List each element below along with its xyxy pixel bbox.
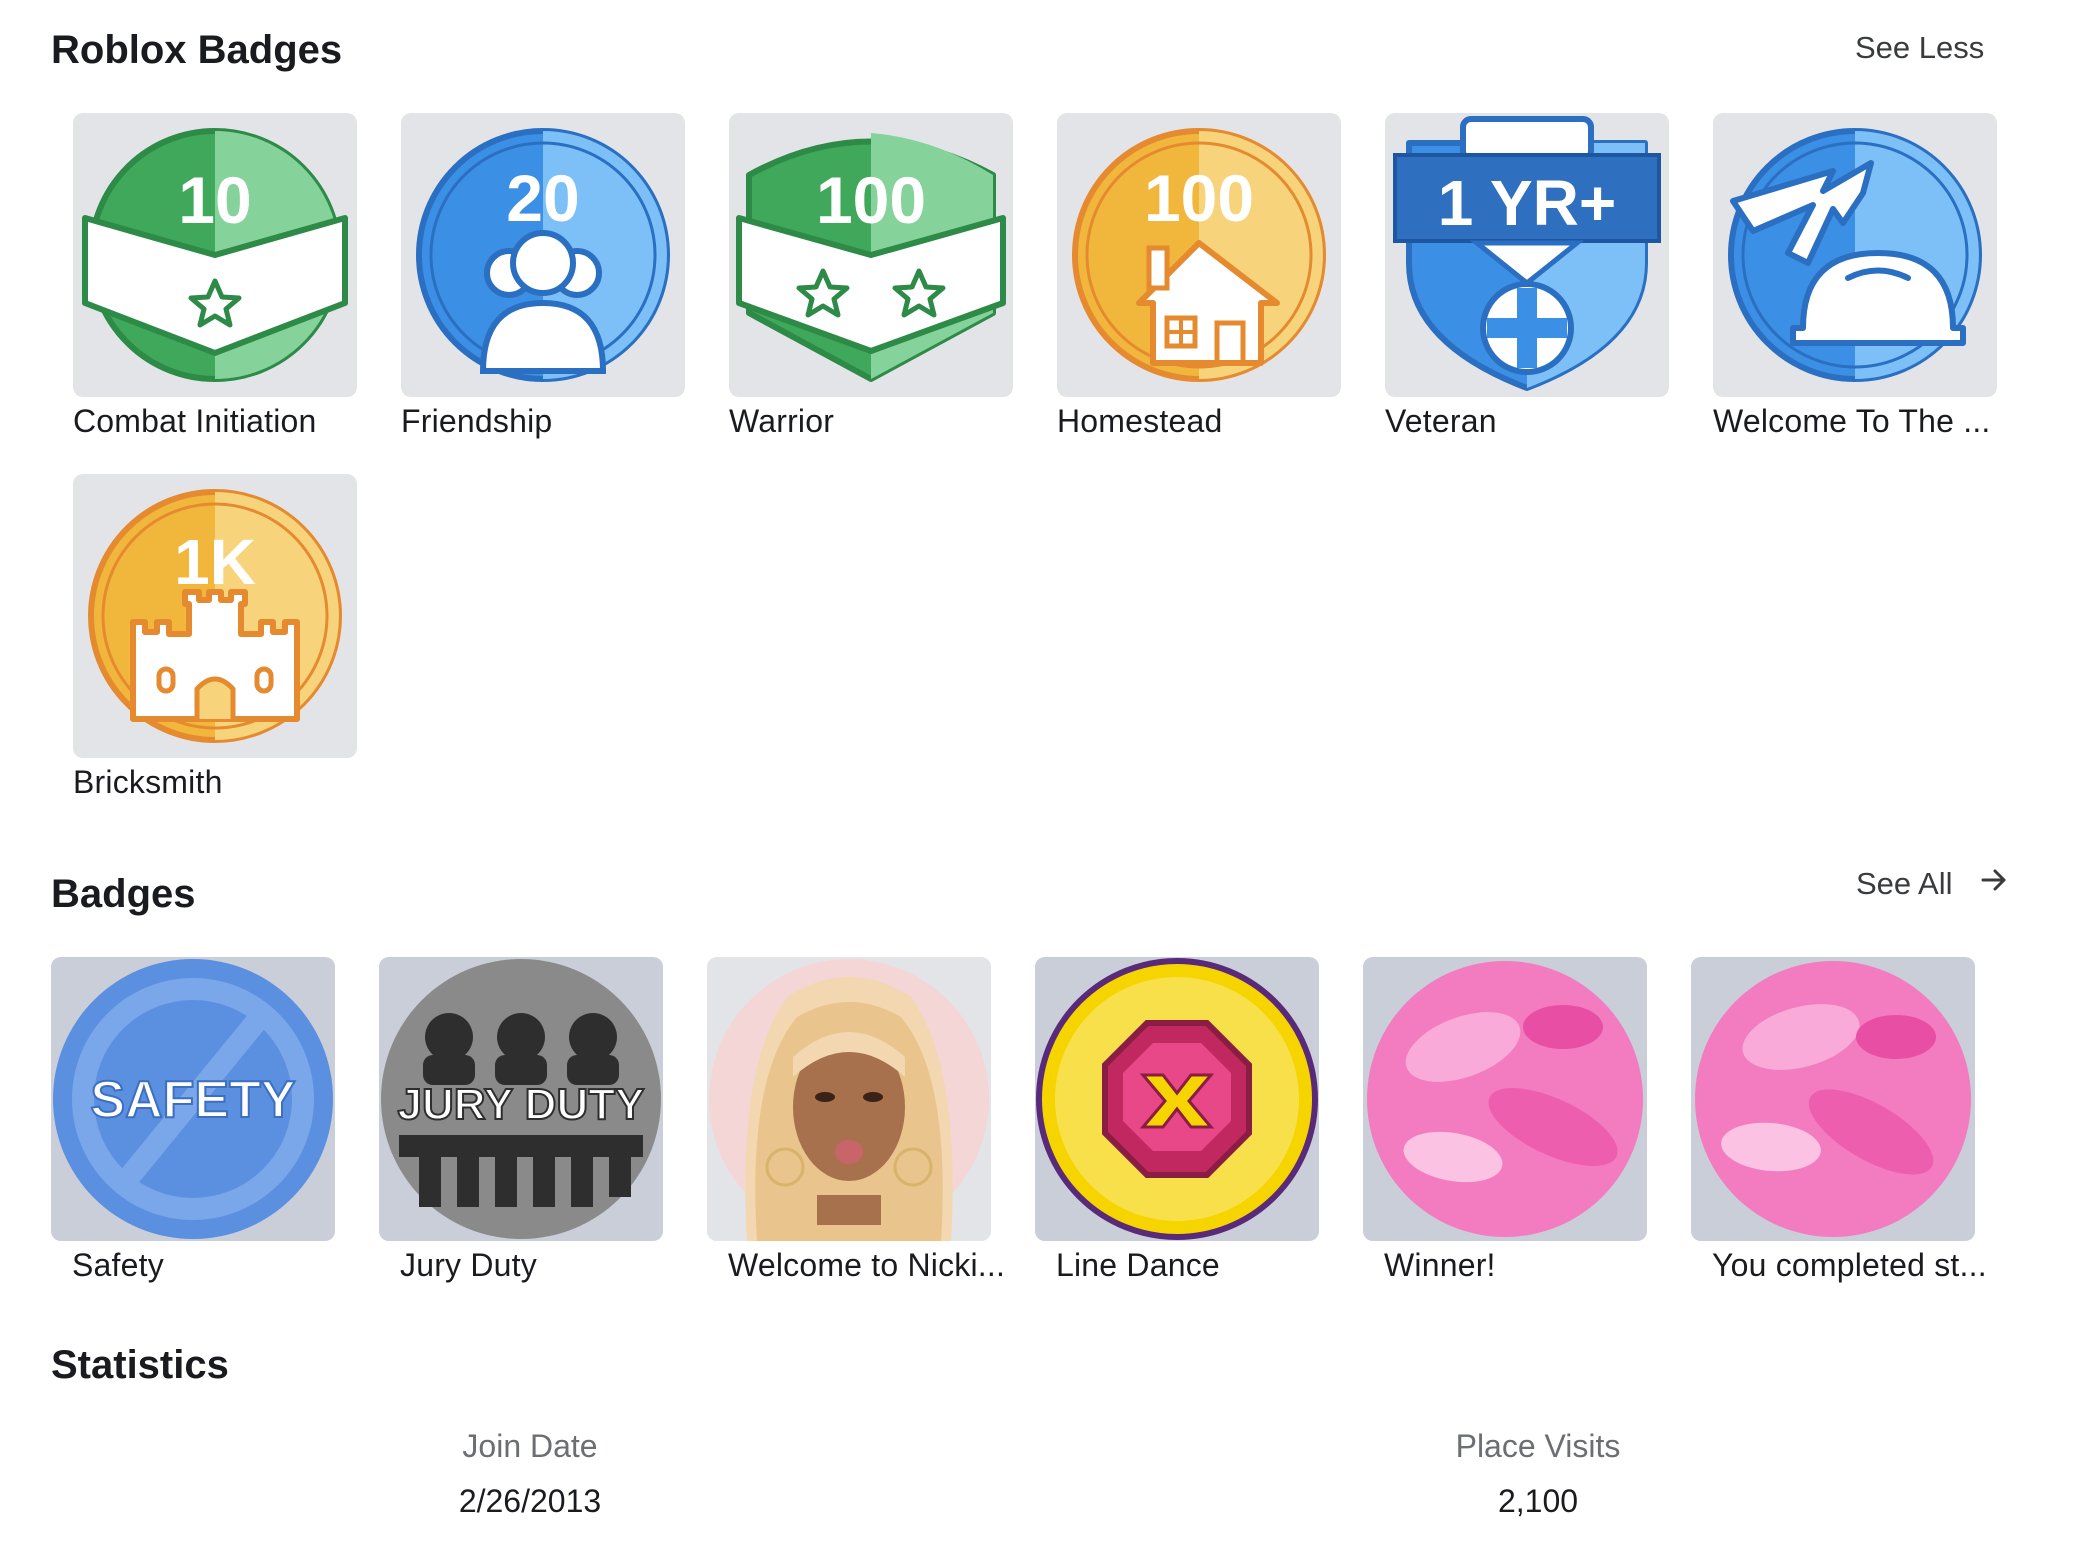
builders-club-icon <box>1713 113 1997 397</box>
veteran-icon: 1 YR+ <box>1385 113 1669 397</box>
badge-name: You completed st... <box>1712 1247 1987 1283</box>
badge-name: Welcome to Nicki... <box>728 1247 1006 1283</box>
badge-homestead[interactable]: 100 Homestead <box>1057 113 1341 440</box>
line-dance-badge-icon <box>1035 957 1319 1241</box>
combat-initiation-icon: 10 <box>73 113 357 397</box>
roblox-badges-title: Roblox Badges <box>51 28 343 72</box>
badge-welcome-to-the[interactable]: Welcome To The ... <box>1713 113 1997 440</box>
badge-name: Warrior <box>729 403 835 439</box>
badge-welcome-to-nicki[interactable]: Welcome to Nicki... <box>707 957 1006 1284</box>
see-all-label: See All <box>1856 866 1953 901</box>
badge-name: Jury Duty <box>400 1247 537 1283</box>
badge-combat-initiation[interactable]: 10 Combat Initiation <box>73 113 357 440</box>
friendship-icon: 20 <box>401 113 685 397</box>
badge-number: 10 <box>178 163 251 237</box>
safety-badge-icon: SAFETY <box>51 957 335 1241</box>
statistics-title: Statistics <box>51 1343 229 1387</box>
badge-safety[interactable]: SAFETY Safety <box>51 957 335 1284</box>
see-all-link[interactable]: See All <box>1856 865 2009 903</box>
badge-number: 100 <box>816 163 926 237</box>
badge-name: Winner! <box>1384 1247 1496 1283</box>
homestead-icon: 100 <box>1057 113 1341 397</box>
badge-warrior[interactable]: 100 Warrior <box>729 113 1013 440</box>
place-visits-value: 2,100 <box>1497 1483 1579 1519</box>
badge-name: Friendship <box>401 403 553 439</box>
badge-number: 1K <box>174 526 256 598</box>
stat-join-date: Join Date 2/26/2013 <box>330 1428 730 1520</box>
badge-name: Homestead <box>1057 403 1223 439</box>
badge-name: Combat Initiation <box>73 403 317 439</box>
badge-art-text: JURY DUTY <box>398 1080 645 1129</box>
badge-veteran[interactable]: 1 YR+ Veteran <box>1385 113 1669 440</box>
badge-friendship[interactable]: 20 Friendship <box>401 113 685 440</box>
arrow-right-icon <box>1979 865 2009 903</box>
badge-name: Bricksmith <box>73 764 223 800</box>
badge-winner[interactable]: Winner! <box>1363 957 1647 1284</box>
bricksmith-icon: 1K <box>73 474 357 758</box>
badge-number: 1 YR+ <box>1438 167 1617 239</box>
badge-name: Welcome To The ... <box>1713 403 1991 439</box>
badge-number: 20 <box>506 161 579 235</box>
badge-art-text: SAFETY <box>90 1071 295 1129</box>
badge-name: Line Dance <box>1056 1247 1220 1283</box>
place-visits-label: Place Visits <box>1455 1428 1621 1464</box>
badges-title: Badges <box>51 872 196 916</box>
join-date-value: 2/26/2013 <box>458 1483 602 1519</box>
pink-badge-icon <box>1363 957 1647 1241</box>
badge-name: Veteran <box>1385 403 1497 439</box>
jury-duty-badge-icon: JURY DUTY <box>379 957 663 1241</box>
badge-number: 100 <box>1144 161 1254 235</box>
badge-line-dance[interactable]: Line Dance <box>1035 957 1319 1284</box>
portrait-badge-icon <box>707 957 991 1241</box>
pink-badge-icon <box>1691 957 1975 1241</box>
badge-you-completed[interactable]: You completed st... <box>1691 957 1987 1284</box>
see-less-link[interactable]: See Less <box>1855 30 1984 66</box>
badge-bricksmith[interactable]: 1K Bricksmith <box>73 474 357 801</box>
warrior-icon: 100 <box>729 113 1013 397</box>
stat-place-visits: Place Visits 2,100 <box>1338 1428 1738 1520</box>
badge-jury-duty[interactable]: JURY DUTY Jury Duty <box>379 957 663 1284</box>
join-date-label: Join Date <box>462 1428 598 1464</box>
badge-name: Safety <box>72 1247 164 1283</box>
